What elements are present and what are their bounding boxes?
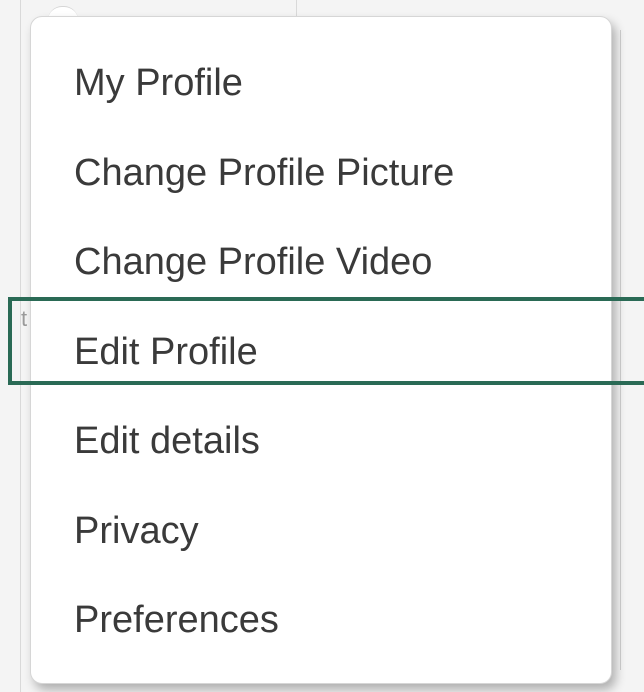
- menu-item-privacy[interactable]: Privacy: [31, 487, 611, 577]
- menu-item-change-profile-video[interactable]: Change Profile Video: [31, 218, 611, 308]
- menu-item-my-profile[interactable]: My Profile: [31, 39, 611, 129]
- background-text-fragment: t: [21, 306, 28, 331]
- menu-item-edit-details[interactable]: Edit details: [31, 397, 611, 487]
- background-gridline: [620, 30, 621, 670]
- background-gridline: [20, 0, 21, 692]
- menu-item-change-profile-picture[interactable]: Change Profile Picture: [31, 129, 611, 219]
- menu-list: My Profile Change Profile Picture Change…: [31, 39, 611, 666]
- menu-item-edit-profile[interactable]: Edit Profile: [31, 308, 611, 398]
- profile-dropdown-menu: My Profile Change Profile Picture Change…: [30, 16, 612, 684]
- menu-item-preferences[interactable]: Preferences: [31, 576, 611, 666]
